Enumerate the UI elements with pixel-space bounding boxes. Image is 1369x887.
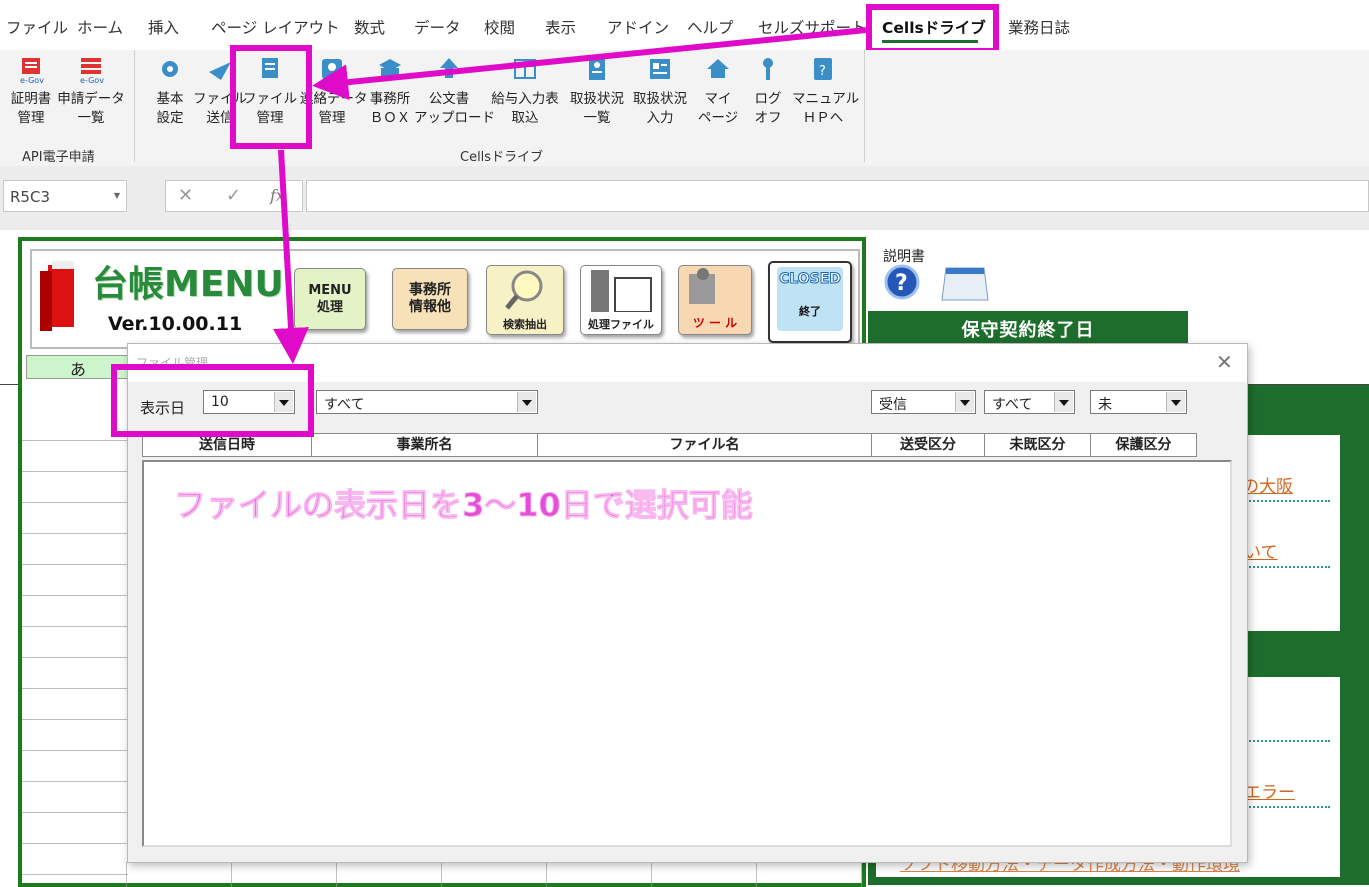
arrow-button-to-dialog [273, 149, 309, 364]
arrow-tab-to-button [312, 27, 867, 101]
annotation-arrows [273, 27, 867, 364]
